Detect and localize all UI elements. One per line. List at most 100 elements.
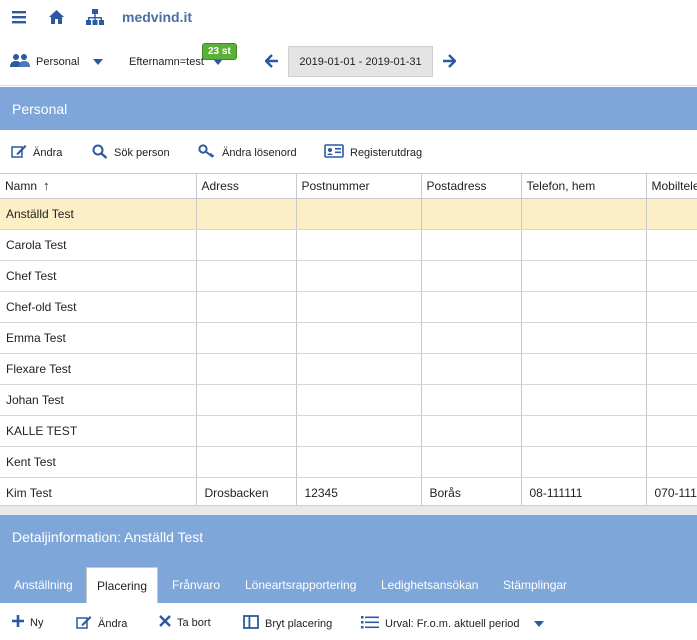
cell-mobile <box>646 353 697 385</box>
column-header-address[interactable]: Adress <box>196 174 297 199</box>
column-header-name[interactable]: Namn ↑ <box>0 174 197 199</box>
table-row[interactable]: Johan Test <box>0 384 697 416</box>
search-person-button[interactable]: Sök person <box>92 144 170 162</box>
cell-phone <box>521 198 647 230</box>
org-chart-icon[interactable] <box>86 9 104 29</box>
cell-address <box>196 384 297 416</box>
tab-loneartsrapportering[interactable]: Löneartsrapportering <box>245 567 356 603</box>
split-panel-icon <box>243 615 259 632</box>
cell-city <box>421 353 522 385</box>
cell-zip <box>296 260 422 292</box>
cell-city <box>421 384 522 416</box>
previous-period-arrow-icon[interactable] <box>264 54 279 71</box>
selection-dropdown[interactable]: Urval: Fr.o.m. aktuell period <box>361 615 544 632</box>
cell-city <box>421 260 522 292</box>
cell-address <box>196 415 297 447</box>
selection-dropdown-label: Urval: Fr.o.m. aktuell period <box>385 617 520 630</box>
detail-title: Detaljinformation: Anställd Test <box>12 529 204 545</box>
cell-address <box>196 198 297 230</box>
person-toolbar: Ändra Sök person Ändra lösenord Register… <box>0 131 697 173</box>
column-header-phone[interactable]: Telefon, hem <box>521 174 647 199</box>
cell-address <box>196 229 297 261</box>
cell-phone: 08-111111 <box>521 477 647 505</box>
remove-button[interactable]: Ta bort <box>159 615 211 630</box>
register-extract-button[interactable]: Registerutdrag <box>324 144 422 161</box>
cell-mobile: 070-111111 <box>646 477 697 505</box>
cell-name: Anställd Test <box>0 198 197 230</box>
top-bar: medvind.it <box>0 0 697 36</box>
tab-ledighetsansokan[interactable]: Ledighetsansökan <box>381 567 478 603</box>
column-header-mobile[interactable]: Mobiltelefon <box>646 174 697 199</box>
table-row[interactable]: Flexare Test <box>0 353 697 385</box>
cell-city <box>421 322 522 354</box>
table-row[interactable]: Kent Test <box>0 446 697 478</box>
horizontal-scrollbar[interactable] <box>0 505 697 515</box>
brand-logo[interactable]: medvind.it <box>122 9 192 25</box>
cell-zip <box>296 415 422 447</box>
filter-dropdown[interactable]: Efternamn=test <box>129 56 204 68</box>
personal-dropdown-label: Personal <box>36 56 80 68</box>
cell-city <box>421 198 522 230</box>
cell-mobile <box>646 446 697 478</box>
next-period-arrow-icon[interactable] <box>442 54 457 71</box>
table-row[interactable]: Chef Test <box>0 260 697 292</box>
edit-placement-label: Ändra <box>98 617 128 630</box>
plus-icon <box>12 615 24 630</box>
search-icon <box>92 144 108 162</box>
cell-zip <box>296 446 422 478</box>
cell-phone <box>521 353 647 385</box>
remove-button-label: Ta bort <box>177 616 211 629</box>
cell-phone <box>521 291 647 323</box>
cell-address <box>196 291 297 323</box>
edit-placement-button[interactable]: Ändra <box>76 615 127 632</box>
table-row[interactable]: Chef-old Test <box>0 291 697 323</box>
list-icon <box>361 615 379 632</box>
tab-franvaro[interactable]: Frånvaro <box>172 567 220 603</box>
cell-zip <box>296 384 422 416</box>
tab-placering[interactable]: Placering <box>86 567 159 603</box>
edit-button-label: Ändra <box>33 146 63 159</box>
cell-zip <box>296 229 422 261</box>
cell-name: KALLE TEST <box>0 415 197 447</box>
cell-mobile <box>646 291 697 323</box>
table-row[interactable]: KALLE TEST <box>0 415 697 447</box>
cell-city <box>421 446 522 478</box>
cell-zip <box>296 322 422 354</box>
cell-name: Johan Test <box>0 384 197 416</box>
date-range-picker[interactable]: 2019-01-01 - 2019-01-31 <box>288 46 433 77</box>
change-password-label: Ändra lösenord <box>222 146 297 159</box>
column-header-city[interactable]: Postadress <box>421 174 522 199</box>
tab-anstallning[interactable]: Anställning <box>14 567 73 603</box>
search-person-label: Sök person <box>114 147 170 159</box>
edit-icon <box>11 144 27 161</box>
cell-mobile <box>646 198 697 230</box>
column-header-zip[interactable]: Postnummer <box>296 174 422 199</box>
cell-phone <box>521 260 647 292</box>
id-card-icon <box>324 144 344 161</box>
register-extract-label: Registerutdrag <box>350 146 423 159</box>
personal-dropdown[interactable]: Personal <box>10 52 104 72</box>
cell-city <box>421 415 522 447</box>
table-row[interactable]: Emma Test <box>0 322 697 354</box>
cell-name: Emma Test <box>0 322 197 354</box>
break-placement-button[interactable]: Bryt placering <box>243 615 332 632</box>
cell-name: Chef-old Test <box>0 291 197 323</box>
cell-address <box>196 322 297 354</box>
table-row[interactable]: Kim Test Drosbacken 12345 Borås 08-11111… <box>0 477 697 505</box>
cell-city <box>421 229 522 261</box>
table-row[interactable]: Carola Test <box>0 229 697 261</box>
table-row[interactable]: Anställd Test <box>0 198 697 230</box>
new-button[interactable]: Ny <box>12 615 43 630</box>
break-placement-label: Bryt placering <box>265 617 333 630</box>
cell-address <box>196 353 297 385</box>
home-icon[interactable] <box>48 9 65 28</box>
chevron-down-icon <box>533 620 544 627</box>
cell-zip <box>296 198 422 230</box>
cell-address <box>196 446 297 478</box>
cell-name: Kim Test <box>0 477 197 505</box>
tab-stamplingar[interactable]: Stämplingar <box>503 567 567 603</box>
change-password-button[interactable]: Ändra lösenord <box>198 144 297 161</box>
edit-button[interactable]: Ändra <box>11 144 62 161</box>
hamburger-menu-icon[interactable] <box>11 9 27 28</box>
cell-city: Borås <box>421 477 522 505</box>
